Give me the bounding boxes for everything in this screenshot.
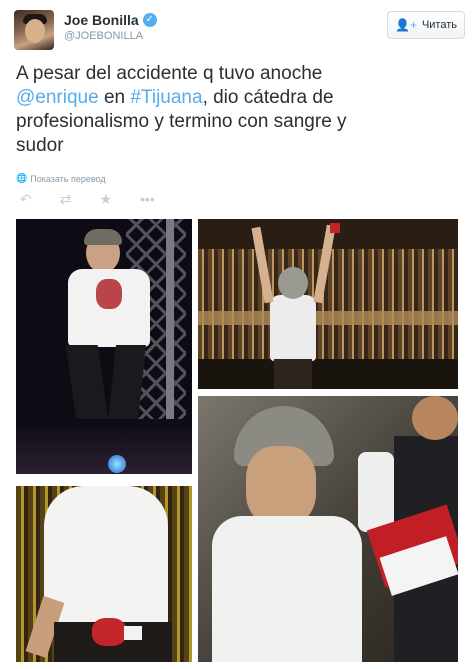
- tweet-header: Joe Bonilla ✓ @JOEBONILLA 👤+ Читать: [14, 10, 465, 50]
- stage-light: [108, 455, 126, 473]
- performer-back: [270, 295, 316, 361]
- stage-front: [198, 359, 458, 389]
- follow-button[interactable]: 👤+ Читать: [387, 11, 465, 39]
- bloodied-hand: [92, 618, 126, 646]
- photo-performer-truss[interactable]: [16, 219, 192, 474]
- more-icon[interactable]: •••: [140, 191, 155, 208]
- performer-head-cap: [278, 267, 308, 299]
- photo-performer-crowd[interactable]: [198, 219, 458, 389]
- performer-legs: [274, 359, 312, 389]
- avatar-face: [25, 19, 45, 43]
- photo-performer-back[interactable]: [16, 486, 192, 662]
- favorite-icon[interactable]: ★: [99, 191, 112, 208]
- photo-medic-attending[interactable]: [198, 396, 458, 662]
- avatar[interactable]: [14, 10, 54, 50]
- follow-user-icon: 👤+: [395, 18, 417, 32]
- bandage: [124, 626, 142, 640]
- reply-icon[interactable]: ↶: [20, 191, 32, 208]
- tweet-actions: ↶ ⇄ ★ •••: [20, 191, 155, 208]
- name-row: Joe Bonilla ✓: [64, 12, 157, 28]
- user-name[interactable]: Joe Bonilla: [64, 12, 139, 28]
- translate-link[interactable]: 🌐 Показать перевод: [16, 173, 106, 184]
- blood-stain: [96, 279, 122, 309]
- medic-head: [412, 396, 458, 440]
- stage-floor: [16, 419, 192, 474]
- tweet-text: A pesar del accidente q tuvo anoche @enr…: [16, 62, 462, 158]
- performer-cap: [84, 229, 122, 245]
- performer-white-shirt: [212, 516, 362, 662]
- translate-label: Показать перевод: [30, 173, 106, 184]
- follow-button-label: Читать: [421, 19, 457, 31]
- tweet-text-part1: A pesar del accidente q tuvo anoche: [16, 63, 323, 84]
- tweet-text-part2: en: [98, 87, 131, 108]
- globe-icon: 🌐: [16, 173, 28, 183]
- hashtag-link[interactable]: #Tijuana: [130, 87, 202, 108]
- user-info: Joe Bonilla ✓ @JOEBONILLA: [64, 12, 157, 42]
- red-bandage: [330, 223, 340, 233]
- stadium-lights-row: [198, 311, 458, 325]
- white-shirt-back: [44, 486, 168, 632]
- verified-icon: ✓: [142, 13, 157, 27]
- retweet-icon[interactable]: ⇄: [60, 191, 72, 208]
- bandaged-hand: [358, 452, 394, 532]
- mention-link[interactable]: @enrique: [16, 87, 99, 108]
- performer-face: [246, 446, 316, 526]
- user-handle[interactable]: @JOEBONILLA: [64, 30, 157, 42]
